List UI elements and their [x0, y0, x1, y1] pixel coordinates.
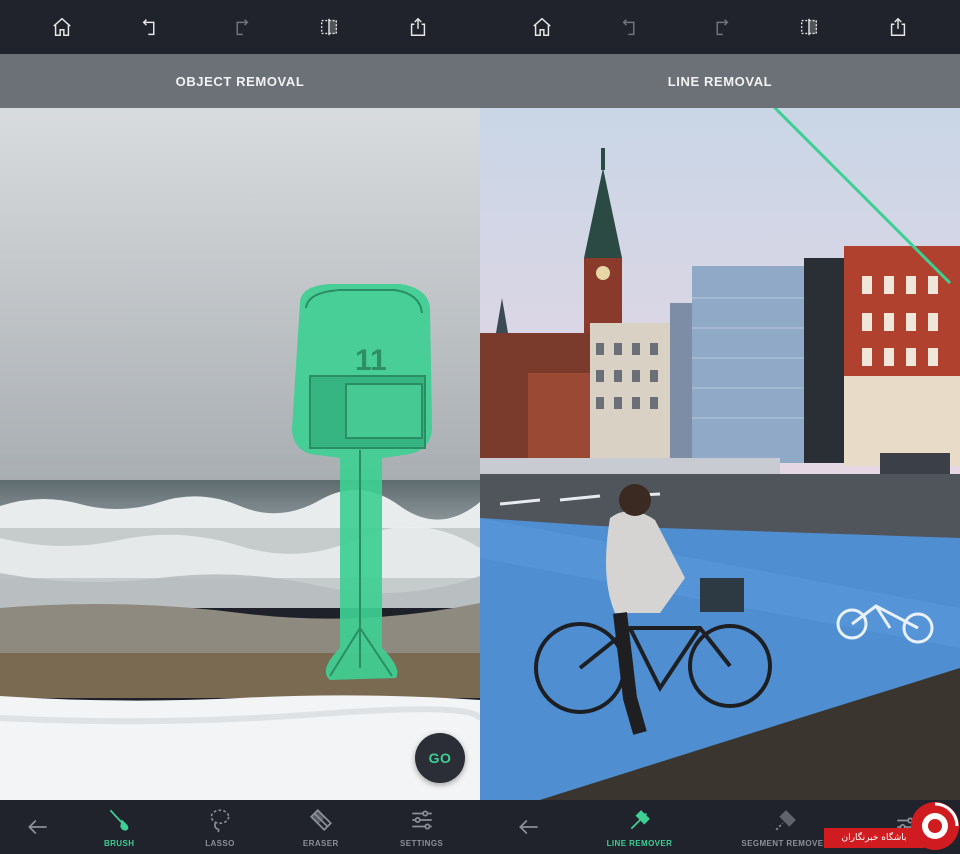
city-photo[interactable]	[480, 108, 960, 800]
beach-photo[interactable]: 11	[0, 108, 480, 800]
mailbox-number: 11	[355, 344, 387, 377]
mode-title-bar: OBJECT REMOVAL	[0, 54, 480, 108]
compare-icon[interactable]	[795, 13, 823, 41]
line-remover-tool[interactable]: LINE REMOVER	[585, 800, 695, 854]
eraser-icon	[309, 808, 332, 831]
city-scene	[480, 108, 960, 800]
redo-icon[interactable]	[706, 13, 734, 41]
object-removal-screen: OBJECT REMOVAL 11 GO BRUSH LASSO ERASER …	[0, 0, 480, 854]
object-mask-overlay: 11	[292, 284, 432, 680]
share-icon[interactable]	[884, 13, 912, 41]
eraser-tool[interactable]: ERASER	[276, 800, 366, 854]
redo-icon[interactable]	[226, 13, 254, 41]
top-toolbar	[480, 0, 960, 54]
settings-tool[interactable]: SETTINGS	[377, 800, 467, 854]
undo-icon[interactable]	[137, 13, 165, 41]
go-button[interactable]: GO	[415, 733, 465, 783]
watermark-logo	[911, 802, 959, 850]
mode-title: LINE REMOVAL	[667, 73, 773, 89]
line-remover-icon	[630, 809, 650, 829]
top-toolbar	[0, 0, 480, 54]
bottom-toolbar: BRUSH LASSO ERASER SETTINGS	[0, 800, 480, 854]
back-button[interactable]	[13, 800, 63, 854]
watermark: باشگاه خبرنگاران	[824, 798, 960, 854]
brush-tool[interactable]: BRUSH	[74, 800, 164, 854]
app-screenshot-composite: OBJECT REMOVAL 11 GO BRUSH LASSO ERASER …	[0, 0, 960, 854]
lasso-icon	[210, 808, 230, 832]
share-icon[interactable]	[404, 13, 432, 41]
home-icon[interactable]	[528, 13, 556, 41]
segment-remover-icon	[775, 809, 796, 830]
lasso-tool[interactable]: LASSO	[175, 800, 265, 854]
undo-icon[interactable]	[617, 13, 645, 41]
sliders-icon	[411, 809, 432, 830]
mode-title: OBJECT REMOVAL	[175, 73, 305, 89]
mode-title-bar: LINE REMOVAL	[480, 54, 960, 108]
back-button[interactable]	[504, 800, 554, 854]
arrow-left-icon	[518, 819, 538, 835]
compare-icon[interactable]	[315, 13, 343, 41]
line-removal-screen: LINE REMOVAL LINE REMOVER SEGMENT REMOVE…	[480, 0, 960, 854]
watermark-text-bar: باشگاه خبرنگاران	[824, 828, 924, 848]
home-icon[interactable]	[48, 13, 76, 41]
brush-icon	[109, 809, 129, 831]
arrow-left-icon	[28, 819, 48, 835]
